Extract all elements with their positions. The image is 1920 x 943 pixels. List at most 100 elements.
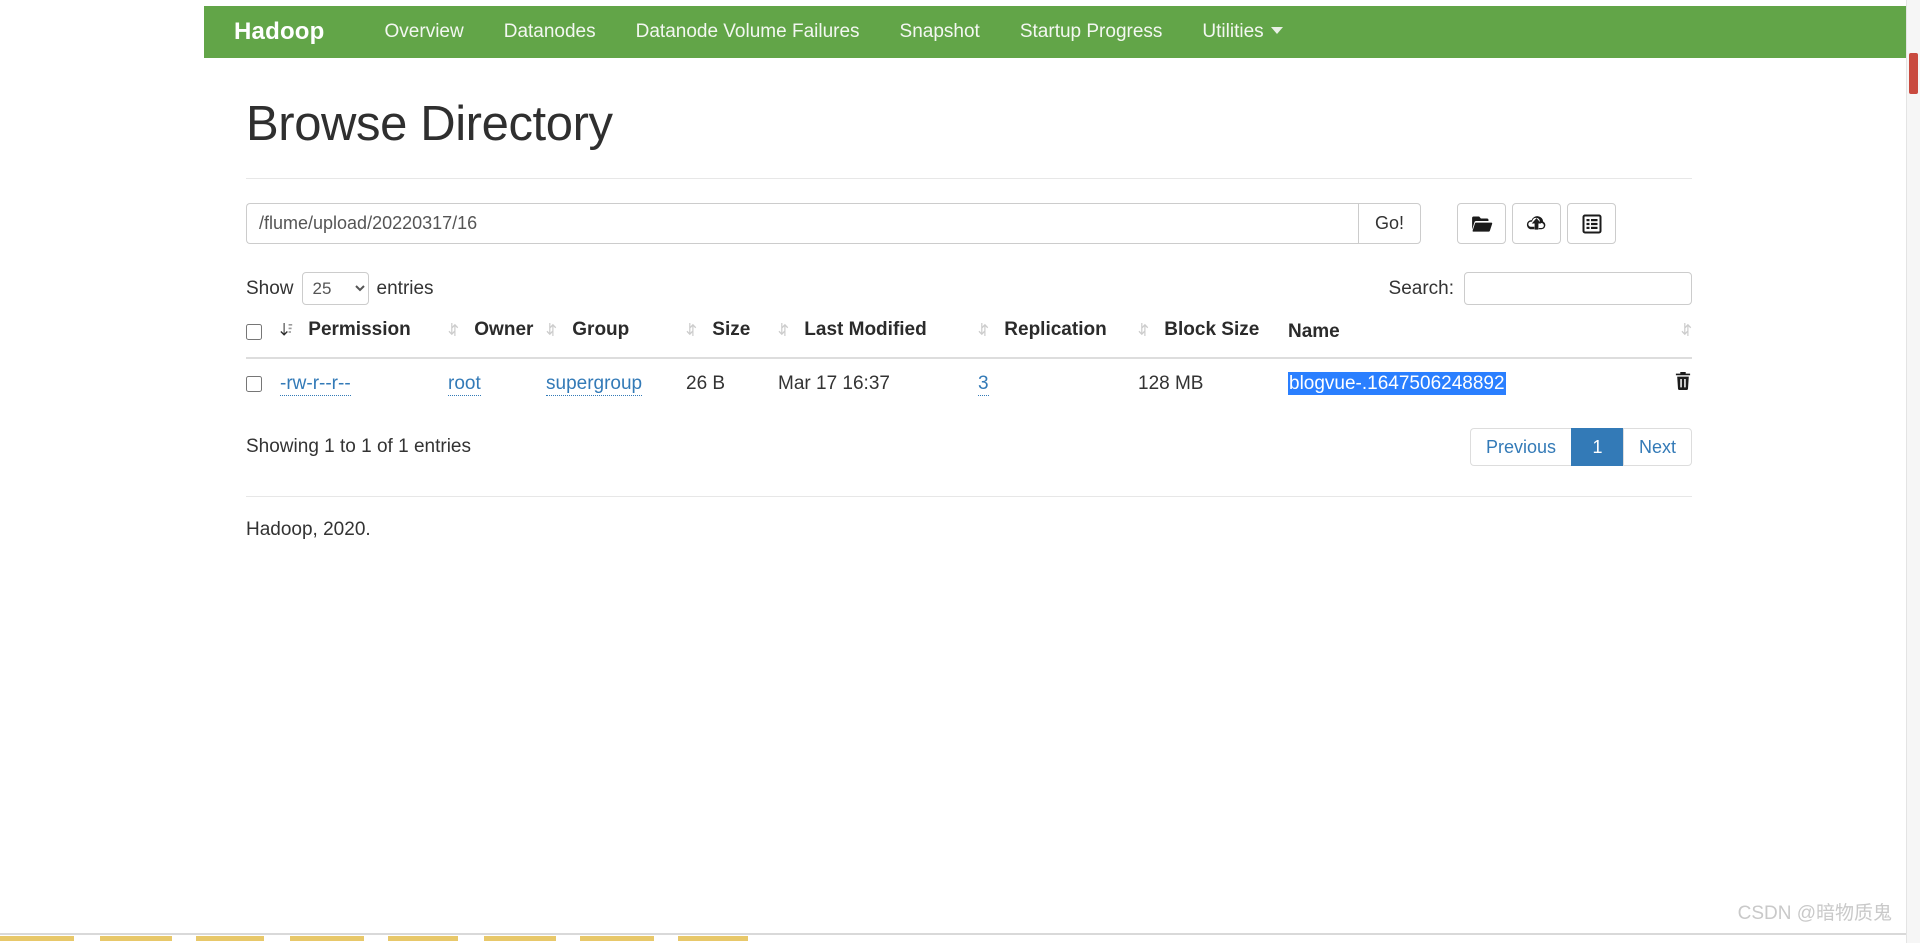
- navbar-brand-hadoop[interactable]: Hadoop: [234, 18, 325, 46]
- search-control: Search:: [1389, 272, 1692, 305]
- cell-owner: root: [448, 358, 546, 410]
- vertical-scrollbar[interactable]: [1906, 0, 1920, 943]
- footer-copyright: Hadoop, 2020.: [246, 519, 371, 540]
- pagination-next[interactable]: Next: [1622, 428, 1692, 466]
- replication-link[interactable]: 3: [978, 373, 989, 396]
- sort-both-icon: [546, 321, 557, 343]
- bottom-status-segment: [580, 936, 654, 941]
- files-table-body: -rw-r--r-- root supergroup 26 B Mar 17 1…: [246, 358, 1692, 410]
- th-size[interactable]: Size: [686, 319, 778, 359]
- files-table-head: Permission Owner Group Size Last Modifie…: [246, 319, 1692, 359]
- sort-both-icon: [1138, 321, 1149, 343]
- path-action-buttons: [1457, 203, 1616, 244]
- page-length-control: Show 25 50 100 entries: [246, 272, 434, 305]
- th-actions[interactable]: [1632, 319, 1692, 359]
- sort-both-icon: [448, 321, 459, 343]
- nav-item-utilities-label: Utilities: [1202, 21, 1264, 42]
- path-toolbar: Go!: [246, 203, 1692, 244]
- nav-item-snapshot[interactable]: Snapshot: [880, 21, 1000, 43]
- cell-permission: -rw-r--r--: [280, 358, 448, 410]
- bottom-status-bar: [0, 935, 1906, 943]
- row-select-checkbox[interactable]: [246, 375, 262, 392]
- path-input-group: Go!: [246, 203, 1421, 244]
- watermark: CSDN @暗物质鬼: [1737, 903, 1892, 924]
- bottom-status-segment: [0, 936, 74, 941]
- th-last-modified[interactable]: Last Modified: [778, 319, 978, 359]
- directory-path-input[interactable]: [246, 203, 1358, 244]
- nav-item-startup-progress[interactable]: Startup Progress: [1000, 21, 1183, 43]
- th-permission-label: Permission: [308, 319, 411, 340]
- th-select-all[interactable]: [246, 319, 280, 359]
- sort-both-icon: [1681, 321, 1692, 343]
- pagination: Previous 1 Next: [1469, 428, 1692, 466]
- group-link[interactable]: supergroup: [546, 373, 643, 396]
- pagination-previous[interactable]: Previous: [1469, 428, 1571, 466]
- bottom-status-segment: [388, 936, 458, 941]
- th-name[interactable]: Name: [1288, 319, 1632, 359]
- page-left-margin: [0, 0, 204, 943]
- page-length-select[interactable]: 25 50 100: [301, 272, 369, 305]
- nav-item-utilities[interactable]: Utilities: [1182, 21, 1302, 43]
- scrollbar-thumb[interactable]: [1909, 53, 1918, 94]
- permission-link[interactable]: -rw-r--r--: [280, 373, 351, 396]
- datatable-footer: Showing 1 to 1 of 1 entries Previous 1 N…: [246, 428, 1692, 466]
- bottom-status-segment: [484, 936, 556, 941]
- delete-file-button[interactable]: [1674, 371, 1692, 394]
- th-group-label: Group: [572, 319, 630, 340]
- nav-item-overview[interactable]: Overview: [365, 21, 484, 43]
- file-name-link[interactable]: blogvue-.1647506248892: [1288, 372, 1506, 395]
- entries-label: entries: [376, 277, 434, 299]
- list-form-icon: [1582, 214, 1602, 234]
- th-owner[interactable]: Owner: [448, 319, 546, 359]
- title-divider: [246, 178, 1692, 179]
- nav-item-datanodes[interactable]: Datanodes: [484, 21, 616, 43]
- page-title: Browse Directory: [246, 97, 613, 151]
- footer-divider: [246, 496, 1692, 497]
- th-name-label: Name: [1288, 321, 1340, 342]
- th-group[interactable]: Group: [546, 319, 686, 359]
- cell-size: 26 B: [686, 373, 726, 394]
- create-directory-button[interactable]: [1457, 203, 1506, 244]
- sort-descending-icon: [280, 321, 293, 343]
- cloud-upload-icon: [1525, 214, 1548, 233]
- files-table: Permission Owner Group Size Last Modifie…: [246, 319, 1692, 410]
- content-container: Browse Directory Go!: [246, 96, 1692, 541]
- cell-actions: [1632, 358, 1692, 410]
- sort-both-icon: [978, 321, 989, 343]
- table-row: -rw-r--r-- root supergroup 26 B Mar 17 1…: [246, 358, 1692, 410]
- th-block-size[interactable]: Block Size: [1138, 319, 1288, 359]
- datatable-controls: Show 25 50 100 entries Search:: [246, 272, 1692, 305]
- show-label: Show: [246, 277, 294, 299]
- datatable-info: Showing 1 to 1 of 1 entries: [246, 436, 471, 457]
- cell-last-modified: Mar 17 16:37: [778, 373, 890, 394]
- owner-link[interactable]: root: [448, 373, 481, 396]
- cell-group: supergroup: [546, 358, 686, 410]
- cell-block-size: 128 MB: [1138, 373, 1204, 394]
- th-owner-label: Owner: [474, 319, 534, 340]
- cell-name: blogvue-.1647506248892: [1288, 358, 1632, 410]
- bottom-status-segment: [290, 936, 364, 941]
- browser-page: Hadoop Overview Datanodes Datanode Volum…: [0, 0, 1920, 943]
- th-size-label: Size: [712, 319, 751, 340]
- th-block-size-label: Block Size: [1164, 319, 1260, 340]
- nav-item-datanode-volume-failures[interactable]: Datanode Volume Failures: [616, 21, 880, 43]
- chevron-down-icon: [1270, 27, 1283, 34]
- go-button[interactable]: Go!: [1357, 203, 1421, 244]
- select-all-checkbox[interactable]: [246, 323, 262, 340]
- sort-both-icon: [778, 321, 789, 343]
- pagination-page-1[interactable]: 1: [1570, 428, 1623, 466]
- table-header-row: Permission Owner Group Size Last Modifie…: [246, 319, 1692, 359]
- bottom-status-segment: [100, 936, 172, 941]
- bottom-status-segment: [678, 936, 748, 941]
- trash-icon: [1674, 371, 1692, 394]
- th-permission[interactable]: Permission: [280, 319, 448, 359]
- th-replication[interactable]: Replication: [978, 319, 1138, 359]
- search-label: Search:: [1388, 277, 1454, 299]
- sort-both-icon: [686, 321, 697, 343]
- upload-files-button[interactable]: [1512, 203, 1561, 244]
- search-input[interactable]: [1464, 272, 1692, 305]
- bottom-status-segment: [196, 936, 264, 941]
- cut-paste-button[interactable]: [1567, 203, 1616, 244]
- th-last-modified-label: Last Modified: [804, 319, 927, 340]
- main-navbar: Hadoop Overview Datanodes Datanode Volum…: [204, 6, 1920, 58]
